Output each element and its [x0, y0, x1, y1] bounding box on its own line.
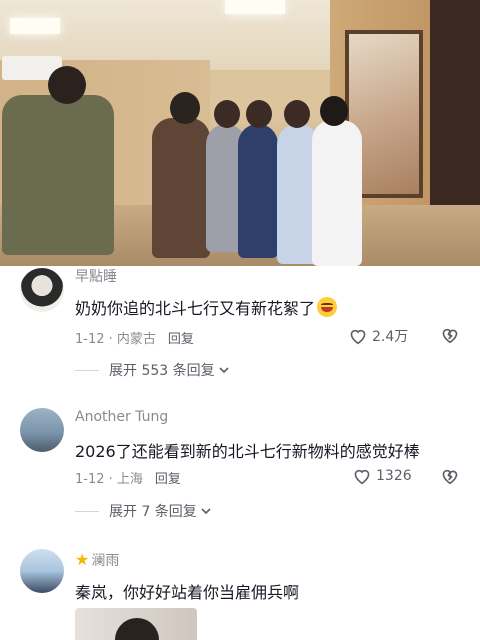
heart-icon — [350, 329, 366, 345]
ceiling-light — [225, 0, 285, 14]
like-button[interactable]: 1326 — [352, 467, 412, 485]
divider — [75, 510, 99, 512]
person-head — [320, 96, 348, 126]
chevron-down-icon — [201, 508, 211, 515]
person — [2, 95, 114, 255]
comment-meta: 1-12 · 上海 回复 — [75, 468, 181, 487]
expand-replies-label: 展开 7 条回复 — [109, 504, 197, 520]
person — [152, 118, 210, 258]
comment-text-content: 奶奶你追的北斗七行又有新花絮了 — [75, 299, 316, 318]
broken-heart-icon — [442, 328, 458, 344]
person — [238, 124, 278, 258]
dislike-button[interactable] — [440, 326, 460, 348]
comment-meta: 1-12 · 内蒙古 回复 — [75, 328, 194, 347]
comment-text: 秦岚，你好好站着你当雇佣兵啊 — [75, 583, 300, 602]
comment-text: 奶奶你追的北斗七行又有新花絮了 — [75, 295, 338, 319]
expand-replies-button[interactable]: 展开 7 条回复 — [75, 501, 213, 521]
person-head — [214, 100, 240, 128]
person-head — [115, 618, 159, 640]
username-text: 澜雨 — [91, 553, 120, 569]
expand-replies-button[interactable]: 展开 553 条回复 — [75, 360, 231, 380]
like-button[interactable]: 2.4万 — [348, 326, 408, 346]
comment-username[interactable]: 早點睡 — [75, 266, 117, 286]
heart-icon — [354, 469, 370, 485]
dislike-button[interactable] — [440, 467, 460, 489]
person — [312, 120, 362, 266]
reply-button[interactable]: 回复 — [155, 472, 181, 487]
expand-replies-label: 展开 553 条回复 — [109, 363, 215, 379]
divider — [75, 369, 99, 371]
comment-date-location: 1-12 · 上海 — [75, 472, 143, 487]
like-count: 2.4万 — [372, 329, 409, 345]
star-icon: ★ — [75, 550, 90, 569]
comment-text: 2026了还能看到新的北斗七行新物料的感觉好棒 — [75, 442, 420, 461]
grinning-emoji-icon — [317, 297, 338, 317]
comment-image-thumbnail[interactable] — [75, 608, 197, 640]
avatar[interactable] — [20, 268, 64, 312]
broken-heart-icon — [442, 469, 458, 485]
person-head — [170, 92, 200, 124]
like-count: 1326 — [376, 468, 412, 484]
avatar[interactable] — [20, 408, 64, 452]
chevron-down-icon — [219, 367, 229, 374]
person-head — [48, 66, 86, 104]
ceiling-light — [10, 18, 60, 34]
comment-username[interactable]: ★ 澜雨 — [75, 550, 119, 570]
person-head — [246, 100, 272, 128]
comment-date-location: 1-12 · 内蒙古 — [75, 332, 156, 347]
video-frame[interactable] — [0, 0, 480, 266]
avatar[interactable] — [20, 549, 64, 593]
reply-button[interactable]: 回复 — [168, 332, 194, 347]
person-head — [284, 100, 310, 128]
comment-username[interactable]: Another Tung — [75, 409, 168, 425]
